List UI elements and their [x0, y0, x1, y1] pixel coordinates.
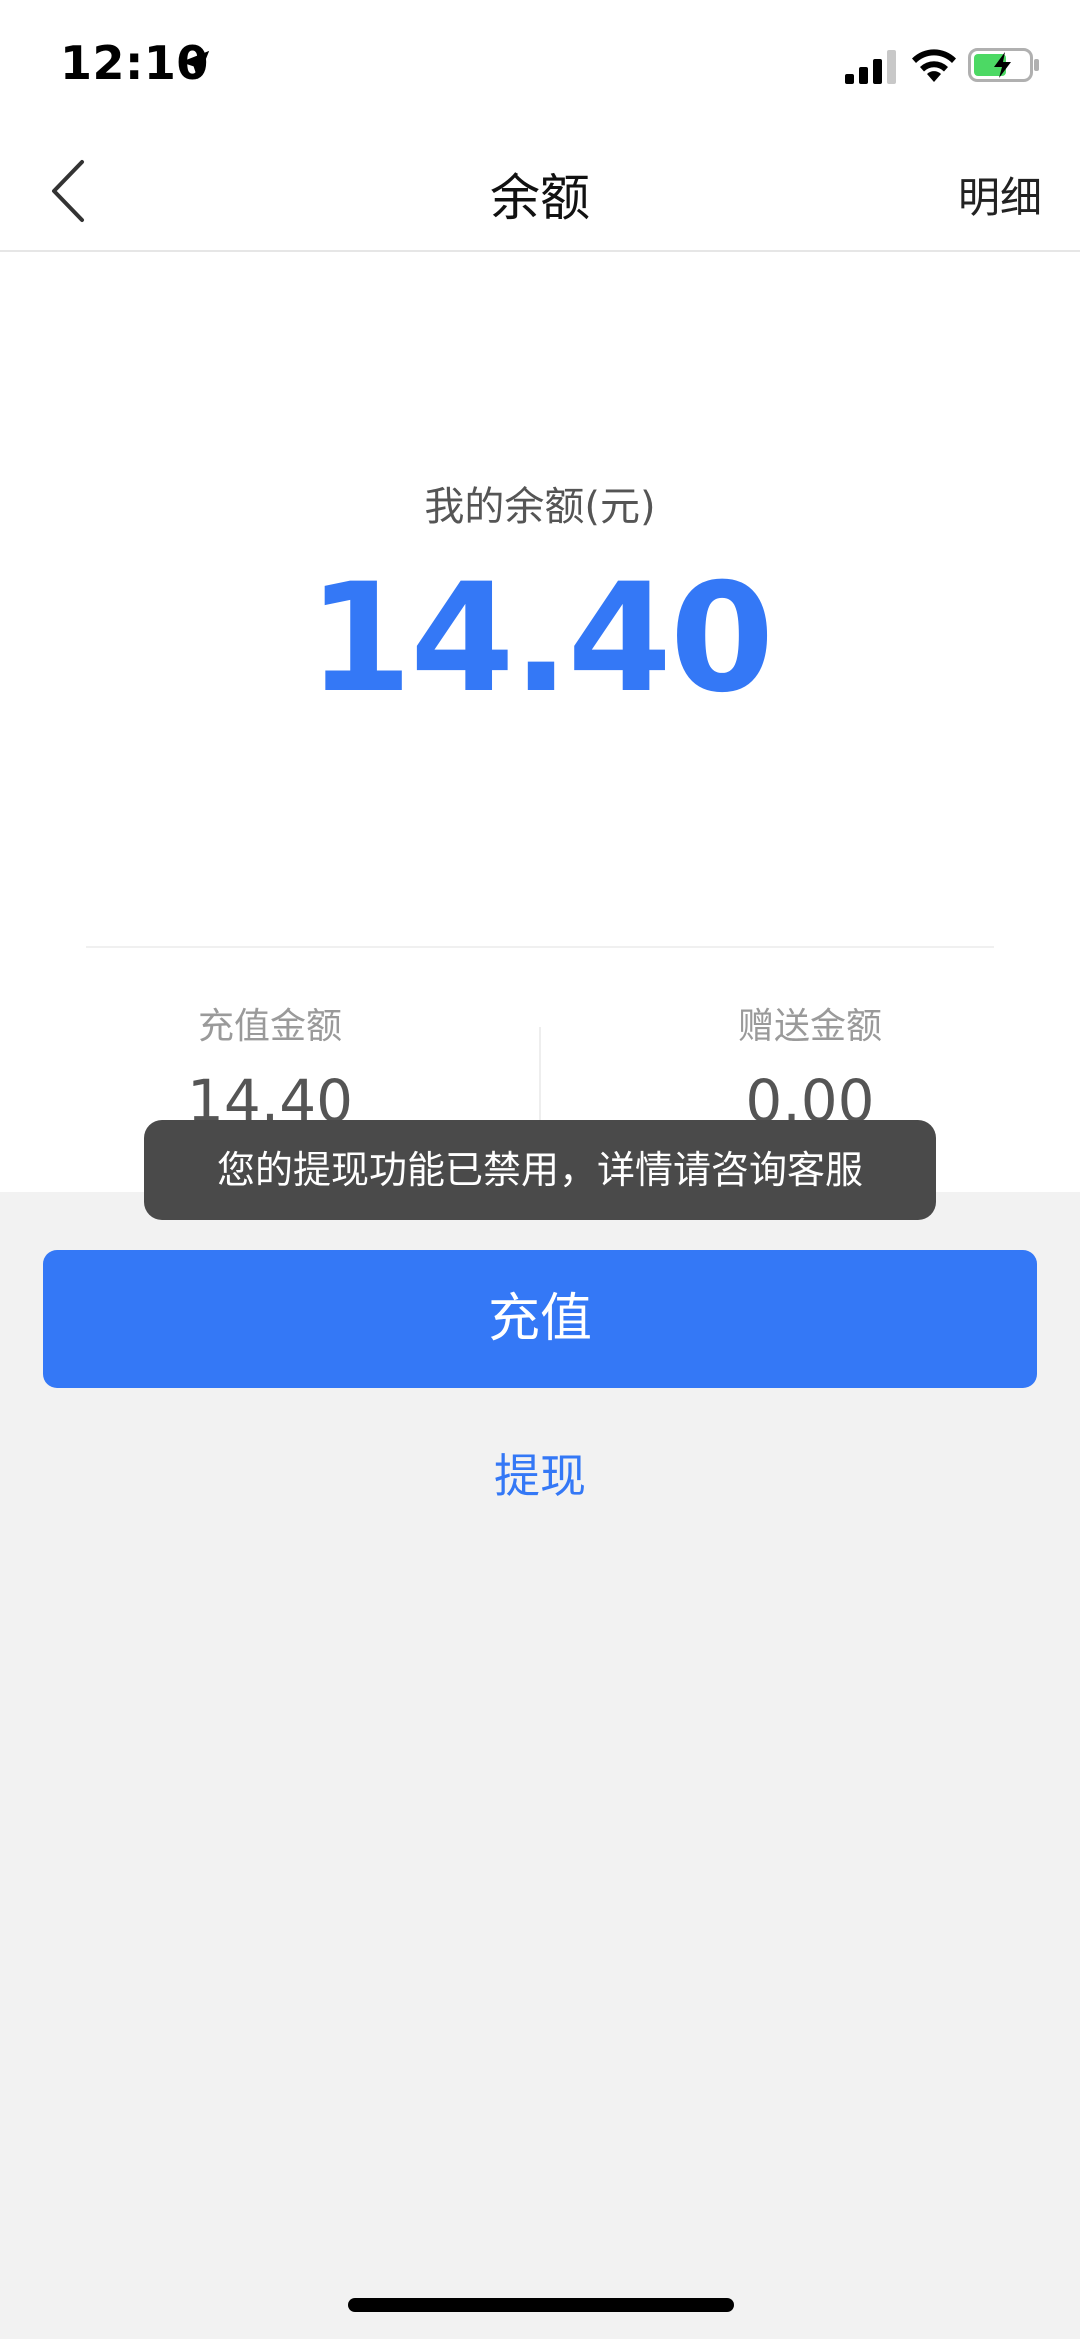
divider: [86, 946, 994, 948]
navigation-bar: 余额 明细: [0, 130, 1080, 252]
recharge-button[interactable]: 充值: [43, 1250, 1037, 1388]
page-title: 余额: [490, 169, 590, 227]
location-arrow-icon: [180, 50, 210, 80]
recharge-amount-label: 充值金额: [197, 1006, 342, 1047]
details-link[interactable]: 明细: [958, 164, 1042, 225]
home-indicator[interactable]: [348, 2298, 734, 2312]
gift-amount-label: 赠送金额: [737, 1006, 882, 1047]
wifi-icon: [912, 49, 956, 82]
balance-label: 我的余额(元): [424, 484, 656, 530]
balance-card: 我的余额(元) 14.40 充值金额 14.40 赠送金额 0.00: [0, 252, 1080, 1192]
status-bar: 12:10: [0, 0, 1080, 130]
balance-page: 12:10 余额 明细 我的余额(元) 14.40 充值金额 14.40 赠送金…: [0, 0, 1080, 2339]
withdraw-disabled-toast: 您的提现功能已禁用，详情请咨询客服: [144, 1120, 936, 1220]
signal-icon: [845, 50, 896, 84]
balance-value: 14.40: [307, 552, 774, 726]
withdraw-button[interactable]: 提现: [0, 1440, 1080, 1506]
battery-charging-icon: [968, 48, 1039, 82]
